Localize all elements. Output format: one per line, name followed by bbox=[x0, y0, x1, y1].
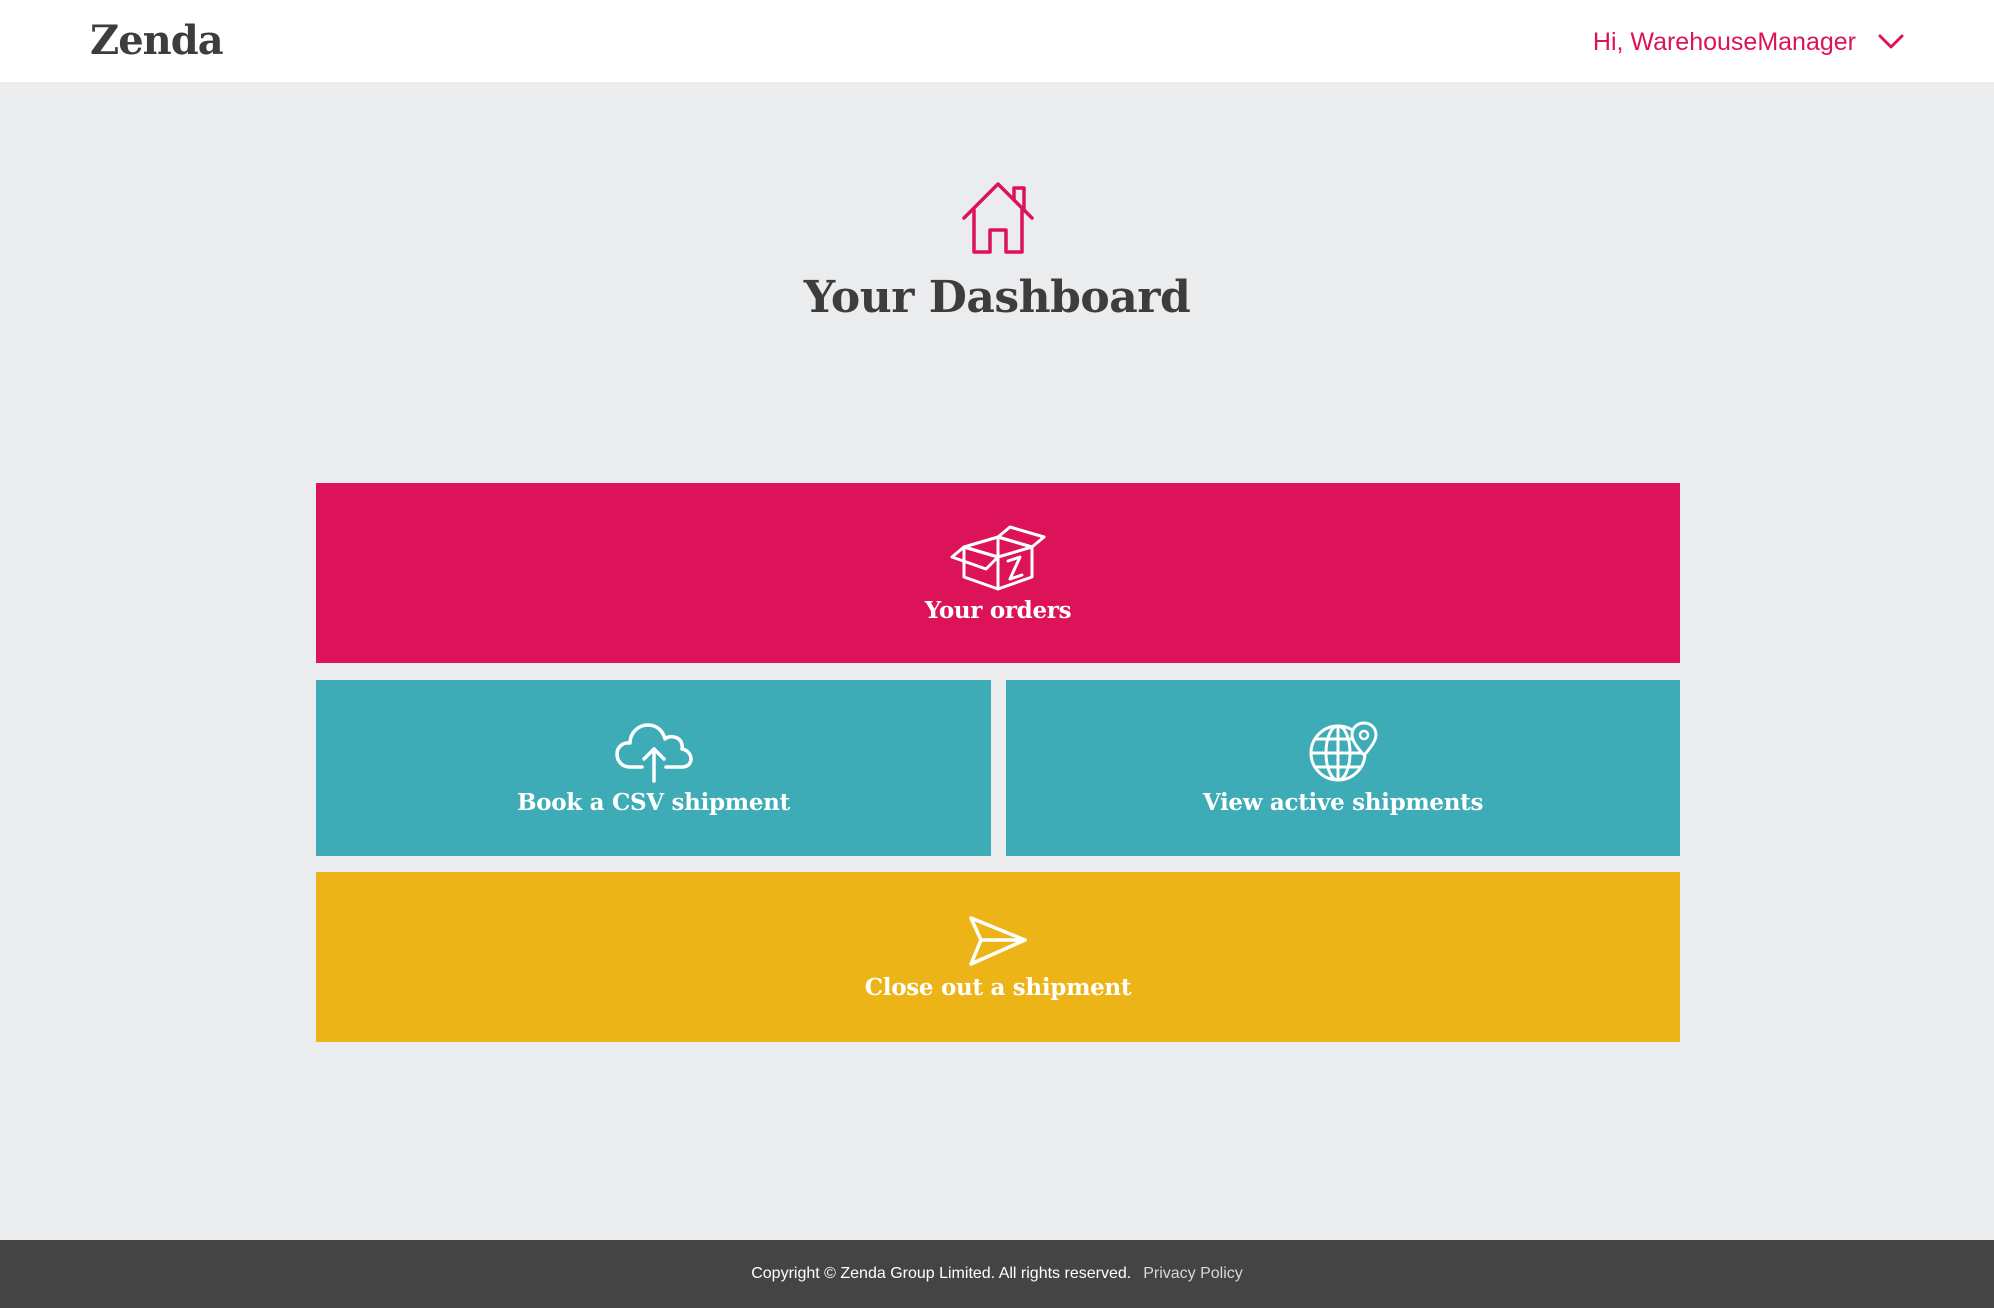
user-menu[interactable]: Hi, WarehouseManager bbox=[1593, 22, 1904, 62]
house-icon bbox=[962, 182, 1034, 254]
footer: Copyright © Zenda Group Limited. All rig… bbox=[0, 1240, 1994, 1308]
user-greeting: Hi, WarehouseManager bbox=[1592, 27, 1856, 56]
chevron-down-icon bbox=[1878, 34, 1904, 49]
tile-close-out-shipment[interactable]: Close out a shipment bbox=[316, 872, 1680, 1042]
logo-text: Zenda bbox=[90, 17, 224, 64]
footer-copyright: Copyright © Zenda Group Limited. All rig… bbox=[751, 1265, 1132, 1282]
top-header: Zenda Hi, WarehouseManager bbox=[0, 0, 1994, 82]
zenda-logo[interactable]: Zenda bbox=[90, 17, 224, 64]
tile-view-active-shipments[interactable]: View active shipments bbox=[1006, 680, 1680, 856]
paper-plane-icon bbox=[969, 915, 1027, 966]
tile-label-view-active-shipments: View active shipments bbox=[1202, 788, 1484, 816]
tile-label-book-csv-shipment: Book a CSV shipment bbox=[517, 788, 790, 816]
privacy-policy-link[interactable]: Privacy Policy bbox=[1143, 1265, 1243, 1283]
tile-label-your-orders: Your orders bbox=[924, 596, 1072, 624]
tile-your-orders[interactable]: Your orders bbox=[316, 483, 1680, 663]
open-box-icon bbox=[950, 525, 1046, 590]
cloud-upload-icon bbox=[614, 722, 693, 783]
globe-location-icon bbox=[1309, 720, 1378, 781]
tile-label-close-out-shipment: Close out a shipment bbox=[864, 973, 1132, 1001]
page: Zenda Hi, WarehouseManager Your Dashboar… bbox=[0, 0, 1994, 1308]
page-title: Your Dashboard bbox=[803, 272, 1191, 323]
tile-book-csv-shipment[interactable]: Book a CSV shipment bbox=[316, 680, 991, 856]
